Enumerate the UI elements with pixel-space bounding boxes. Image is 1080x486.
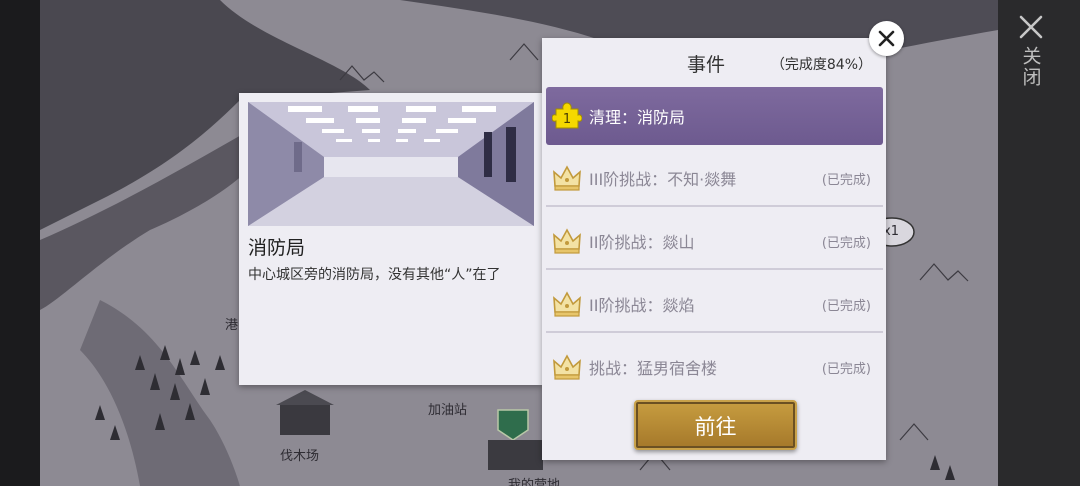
crown-icon [553, 228, 581, 254]
puzzle-icon: 1 [552, 102, 582, 129]
event-label: 挑战：猛男宿舍楼 [589, 359, 718, 378]
event-status: (已完成) [821, 361, 871, 377]
map-label-my-camp: 我的营地 [508, 478, 561, 486]
map-label-port: 港 [225, 318, 239, 333]
completion-progress: （完成度84%） [770, 57, 872, 73]
event-item-challenge-dorm[interactable]: 挑战：猛男宿舍楼 (已完成) [546, 338, 883, 396]
side-close-strip: 关闭 [998, 0, 1080, 486]
crown-icon [553, 354, 581, 380]
event-label: II阶挑战：燚焰 [589, 296, 695, 315]
event-status: (已完成) [821, 298, 871, 314]
event-item-challenge-3[interactable]: III阶挑战：不知·燚舞 (已完成) [546, 149, 883, 207]
map-label-gas-station: 加油站 [428, 403, 468, 418]
go-button[interactable]: 前往 [634, 400, 797, 450]
location-info-card: 消防局 中心城区旁的消防局，没有其他“人”在了 [239, 93, 542, 385]
location-description: 中心城区旁的消防局，没有其他“人”在了 [248, 267, 501, 283]
map-label-lumber-yard: 伐木场 [280, 449, 320, 464]
event-label: II阶挑战：燚山 [589, 233, 695, 252]
crown-icon [553, 291, 581, 317]
location-image [248, 102, 534, 226]
crown-icon [553, 165, 581, 191]
event-panel: 事件 （完成度84%） 1 清理：消防局 III阶挑战：不知·燚舞 (已完成) … [542, 38, 886, 460]
close-icon [878, 30, 895, 47]
side-close-button[interactable]: 关闭 [1016, 14, 1046, 104]
event-item-challenge-2-flame[interactable]: II阶挑战：燚焰 (已完成) [546, 275, 883, 333]
event-status: (已完成) [821, 235, 871, 251]
event-item-challenge-2-mountain[interactable]: II阶挑战：燚山 (已完成) [546, 212, 883, 270]
puzzle-badge: 1 [563, 112, 571, 127]
location-title: 消防局 [248, 237, 306, 259]
side-close-label: 关闭 [1019, 46, 1042, 88]
event-label: III阶挑战：不知·燚舞 [589, 170, 737, 189]
corridor-illustration [248, 102, 534, 226]
event-item-clear-fire-station[interactable]: 1 清理：消防局 [546, 87, 883, 145]
event-label: 清理：消防局 [589, 108, 686, 127]
close-icon [1019, 15, 1043, 39]
event-status: (已完成) [821, 172, 871, 188]
close-button[interactable] [869, 21, 904, 56]
